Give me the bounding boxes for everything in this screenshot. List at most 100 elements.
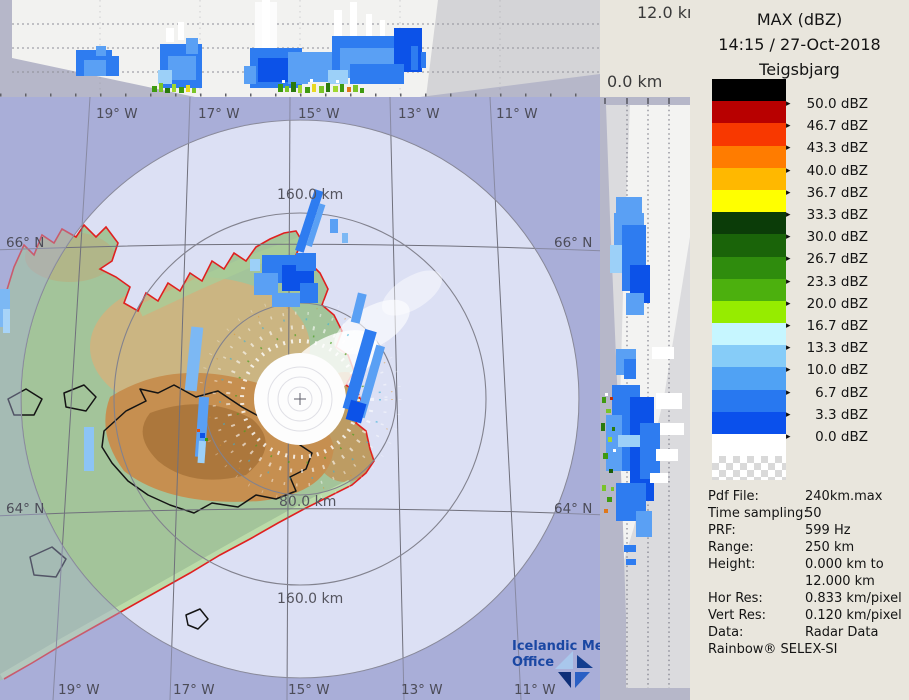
- legend-value-label: 26.7 dBZ: [806, 251, 868, 268]
- lon-label-top: 15° W: [298, 106, 340, 122]
- legend-swatch: [712, 256, 786, 279]
- legend-value-label: 13.3 dBZ: [806, 340, 868, 357]
- legend-entry: ▸ 13.3 dBZ: [786, 339, 868, 357]
- strip-left-margin: [0, 0, 12, 97]
- legend-entry: ▸ 33.3 dBZ: [786, 206, 868, 224]
- metadata-row: Vert Res: 0.120 km/pixel: [708, 607, 904, 624]
- horizontal-cross-section-panel: [0, 0, 600, 97]
- metadata-row: Height: 0.000 km to: [708, 556, 904, 573]
- metadata-row: Hor Res: 0.833 km/pixel: [708, 590, 904, 607]
- legend-value-label: 30.0 dBZ: [806, 229, 868, 246]
- legend-entry: ▸ 0.0 dBZ: [786, 428, 868, 446]
- range-ring-label: 80.0 km: [279, 494, 336, 510]
- legend-arrow-icon: ▸: [786, 387, 791, 398]
- legend-value-label: 10.0 dBZ: [806, 362, 868, 379]
- legend-swatch: [712, 79, 786, 102]
- legend-entry: ▸ 23.3 dBZ: [786, 273, 868, 291]
- legend-entry: ▸ 43.3 dBZ: [786, 139, 868, 157]
- legend-swatch: [712, 167, 786, 190]
- legend-value-label: 50.0 dBZ: [806, 96, 868, 112]
- legend-arrow-icon: ▸: [786, 143, 791, 154]
- legend-entry: ▸ 50.0 dBZ: [786, 95, 868, 113]
- software-credit: Rainbow® SELEX-SI: [708, 642, 838, 657]
- legend-value-label: 23.3 dBZ: [806, 273, 868, 290]
- product-datetime: 14:15 / 27-Oct-2018: [718, 35, 881, 54]
- legend-swatch: [712, 189, 786, 213]
- metadata-row: Range: 250 km: [708, 539, 904, 556]
- metadata-label: Height:: [708, 557, 756, 572]
- strip-bottom-band: [600, 688, 690, 700]
- metadata-label: Hor Res:: [708, 591, 763, 606]
- legend-white-band: [712, 434, 786, 456]
- legend-arrow-icon: ▸: [786, 99, 791, 109]
- legend-swatch: [712, 123, 786, 146]
- metadata-value: 599 Hz: [805, 523, 851, 538]
- legend-color-bar: [712, 79, 786, 434]
- legend-swatch: [712, 345, 786, 368]
- product-header: MAX (dBZ) 14:15 / 27-Oct-2018 Teigsbjarg: [690, 0, 909, 82]
- vertical-cross-section-image: [600, 97, 690, 700]
- metadata-row: Time sampling:50: [708, 505, 904, 522]
- lat-label-right: 64° N: [554, 501, 592, 517]
- legend-value-label: 16.7 dBZ: [806, 318, 868, 334]
- legend-arrow-icon: ▸: [786, 298, 791, 309]
- legend-entry: ▸ 26.7 dBZ: [786, 250, 868, 268]
- legend-transparent-band: [712, 456, 786, 480]
- metadata-label: Pdf File:: [708, 489, 759, 504]
- metadata-value: 0.120 km/pixel: [805, 608, 902, 623]
- logo-text-line1: Icelandic Met: [512, 639, 600, 654]
- metadata-row: Data: Radar Data: [708, 624, 904, 641]
- legend-arrow-icon: ▸: [786, 276, 791, 287]
- metadata-value: 0.833 km/pixel: [805, 591, 902, 606]
- legend-swatch: [712, 101, 786, 124]
- legend-arrow-icon: ▸: [786, 343, 791, 354]
- legend-value-label: 3.3 dBZ: [815, 406, 868, 423]
- metadata-value: Radar Data: [805, 625, 879, 640]
- legend-arrow-icon: ▸: [786, 165, 791, 176]
- legend-arrow-icon: ▸: [786, 365, 791, 376]
- metadata-label: Range:: [708, 540, 754, 555]
- lon-label-top: 13° W: [398, 106, 440, 122]
- legend-swatch: [712, 212, 786, 235]
- legend-value-label: 33.3 dBZ: [806, 207, 868, 223]
- strip-top-band: [600, 97, 690, 105]
- legend-entry: ▸ 10.0 dBZ: [786, 361, 868, 379]
- range-ring-label: 160.0 km: [277, 591, 343, 607]
- legend-swatch: [712, 234, 786, 257]
- legend-entry: ▸ 3.3 dBZ: [786, 406, 868, 424]
- legend-arrow-icon: ▸: [786, 432, 791, 442]
- legend-value-label: 43.3 dBZ: [806, 140, 868, 157]
- lon-label-bottom: 13° W: [401, 682, 443, 698]
- legend-value-label: 20.0 dBZ: [806, 295, 868, 312]
- metadata-value: 50: [805, 506, 822, 521]
- metadata-label: Vert Res:: [708, 608, 767, 623]
- vertical-cross-section-panel: [600, 97, 690, 700]
- legend-arrow-icon: ▸: [786, 187, 791, 198]
- metadata-value: 0.000 km to: [805, 557, 884, 572]
- height-min-label: 0.0 km: [607, 72, 663, 91]
- legend-entry: ▸ 20.0 dBZ: [786, 295, 868, 313]
- legend-arrow-icon: ▸: [786, 210, 791, 220]
- metadata-value: 250 km: [805, 540, 855, 555]
- lat-label-left: 66° N: [6, 235, 44, 251]
- legend-value-label: 36.7 dBZ: [806, 184, 868, 201]
- lon-label-bottom: 15° W: [288, 682, 330, 698]
- radar-map-panel: 19° W 17° W 15° W 13° W 11° W 19° W 17° …: [0, 97, 600, 700]
- legend-arrow-icon: ▸: [786, 121, 791, 132]
- legend-entry: ▸ 30.0 dBZ: [786, 228, 868, 246]
- metadata-row: Pdf File: 240km.max: [708, 488, 904, 505]
- legend-swatch: [712, 411, 786, 434]
- metadata-label: PRF:: [708, 523, 736, 538]
- legend-entry: ▸ 6.7 dBZ: [786, 384, 868, 402]
- legend-swatch: [712, 145, 786, 168]
- lat-label-right: 66° N: [554, 235, 592, 251]
- legend-value-label: 40.0 dBZ: [806, 162, 868, 179]
- metadata-value: 12.000 km: [805, 574, 875, 589]
- lon-label-top: 19° W: [96, 106, 138, 122]
- legend-arrow-icon: ▸: [786, 254, 791, 265]
- legend-entry: ▸ 16.7 dBZ: [786, 317, 868, 335]
- legend-arrow-icon: ▸: [786, 321, 791, 331]
- metadata-value: 240km.max: [805, 489, 883, 504]
- horizontal-cross-section-image: [0, 0, 600, 97]
- legend-swatch: [712, 278, 786, 301]
